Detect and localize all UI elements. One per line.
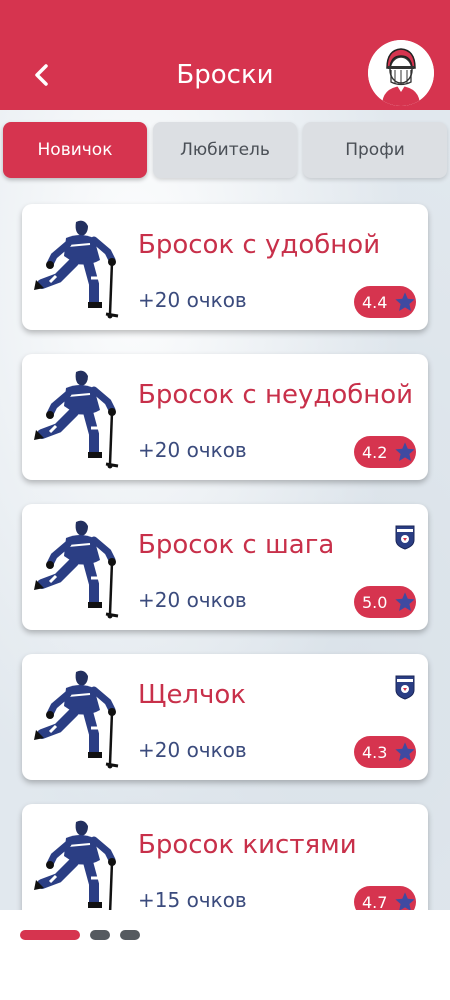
star-icon — [395, 292, 415, 311]
card-points: +20 очков — [138, 738, 247, 762]
star-icon — [395, 592, 415, 611]
app-header: Броски — [0, 0, 450, 110]
exercise-card[interactable]: Бросок кистями +15 очков 4.7 — [22, 804, 428, 910]
player-thumbnail — [28, 816, 138, 910]
bottom-bar — [0, 910, 450, 1000]
card-points: +20 очков — [138, 588, 247, 612]
rating-value: 5.0 — [362, 592, 388, 612]
rating-value: 4.2 — [362, 442, 388, 462]
tab-pro[interactable]: Профи — [303, 122, 447, 178]
card-title: Бросок с удобной — [138, 230, 381, 260]
star-icon — [395, 892, 415, 910]
rating-badge: 4.2 — [354, 436, 416, 468]
hockey-player-image — [34, 370, 119, 469]
exercise-card[interactable]: Бросок с удобной +20 очков 4.4 — [22, 204, 428, 330]
team-logo-icon — [395, 525, 415, 550]
rating-value: 4.3 — [362, 742, 388, 762]
hockey-player-image — [34, 820, 116, 910]
player-thumbnail — [28, 216, 138, 320]
rating-badge: 4.3 — [354, 736, 416, 768]
card-points: +20 очков — [138, 438, 247, 462]
star-icon — [395, 742, 415, 761]
exercise-card[interactable]: Бросок с шага +20 очков 5.0 — [22, 504, 428, 630]
team-badge — [394, 672, 416, 700]
rating-value: 4.4 — [362, 292, 388, 312]
tab-amateur[interactable]: Любитель — [153, 122, 297, 178]
card-title: Бросок с шага — [138, 530, 335, 560]
pager-dot-active[interactable] — [20, 930, 80, 940]
card-title: Щелчок — [138, 680, 247, 710]
tab-novice[interactable]: Новичок — [3, 122, 147, 178]
player-thumbnail — [28, 366, 138, 470]
hockey-player-image — [34, 520, 119, 619]
avatar[interactable] — [368, 40, 434, 106]
exercise-list[interactable]: Бросок с удобной +20 очков 4.4 Бросок с … — [0, 200, 450, 910]
hockey-player-avatar-icon — [368, 40, 434, 106]
rating-badge: 4.4 — [354, 286, 416, 318]
card-points: +20 очков — [138, 288, 247, 312]
rating-badge: 5.0 — [354, 586, 416, 618]
player-thumbnail — [28, 516, 138, 620]
hockey-player-image — [34, 670, 119, 769]
rating-value: 4.7 — [362, 892, 388, 911]
pager-dot[interactable] — [90, 930, 110, 940]
rating-badge: 4.7 — [354, 886, 416, 910]
star-icon — [395, 442, 415, 461]
team-logo-icon — [395, 675, 415, 700]
hockey-player-image — [34, 220, 119, 319]
player-thumbnail — [28, 666, 138, 770]
exercise-card[interactable]: Щелчок +20 очков 4.3 — [22, 654, 428, 780]
pager-dot[interactable] — [120, 930, 140, 940]
team-badge — [394, 522, 416, 550]
card-title: Бросок с неудобной — [138, 380, 414, 410]
card-points: +15 очков — [138, 888, 247, 910]
exercise-card[interactable]: Бросок с неудобной +20 очков 4.2 — [22, 354, 428, 480]
card-title: Бросок кистями — [138, 830, 357, 860]
level-tabs: Новичок Любитель Профи — [0, 122, 450, 180]
